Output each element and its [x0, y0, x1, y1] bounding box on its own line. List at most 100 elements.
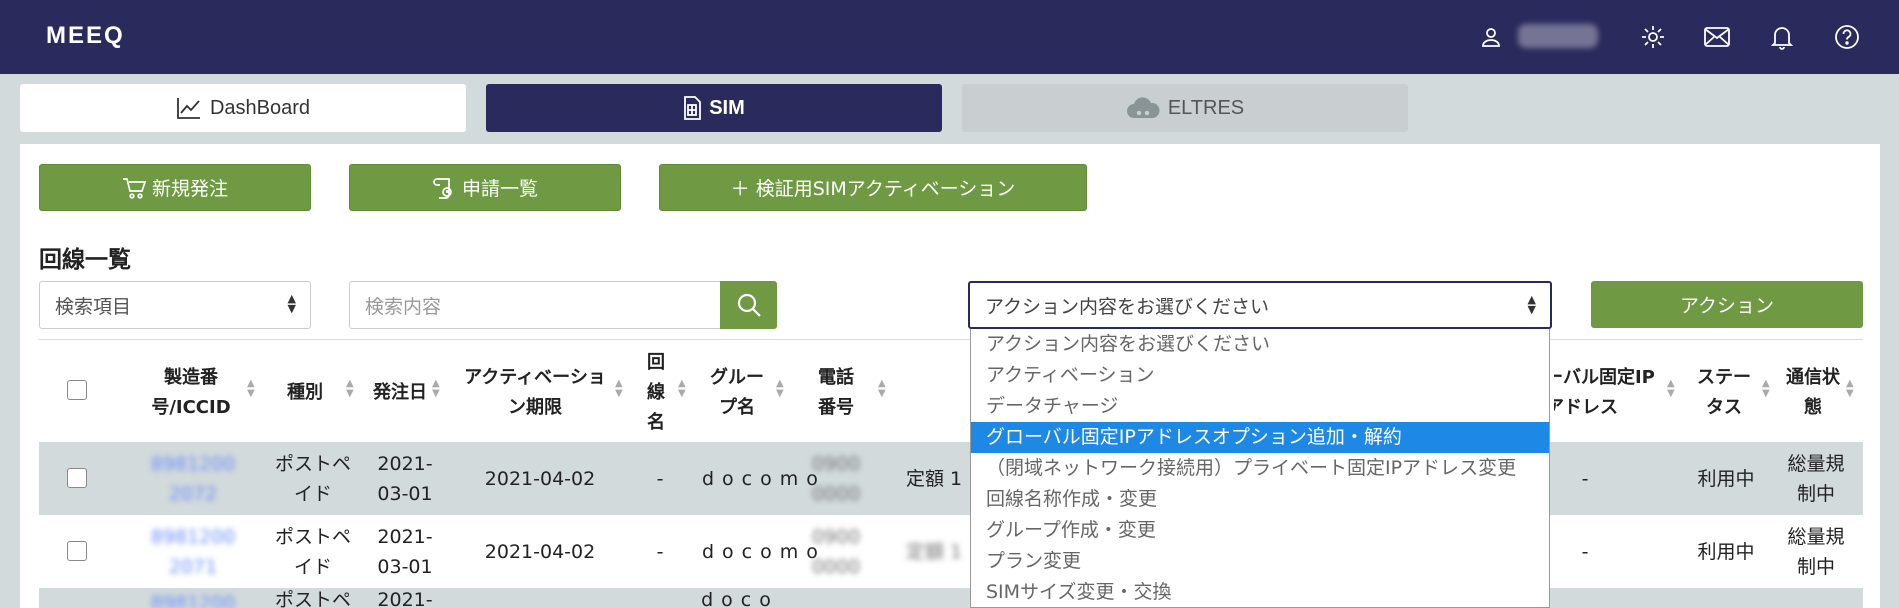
col-label: グローバル固定IPアドレス — [1554, 367, 1655, 418]
col-header-comm-state[interactable]: 通信状態 — [1780, 344, 1846, 442]
iccid-cell[interactable]: 8981200 2072 — [134, 442, 252, 515]
col-label: 通信状態 — [1786, 367, 1840, 418]
search-icon — [737, 293, 761, 317]
action-button[interactable]: アクション — [1591, 281, 1863, 328]
col-header-status[interactable]: ステータス — [1688, 344, 1760, 442]
new-order-button[interactable]: 新規発注 — [39, 164, 311, 211]
order-date-cell: 2021- — [377, 589, 433, 608]
action-select[interactable]: アクション内容をお選びください ▲ ▼ — [968, 281, 1552, 329]
sort-icon[interactable]: ▲ ▼ — [615, 379, 623, 399]
scroll-icon — [433, 177, 452, 199]
col-label: グループ名 — [710, 367, 764, 418]
type-cell: ポストペ — [274, 589, 351, 608]
sort-icon[interactable]: ▲ ▼ — [1846, 379, 1854, 399]
col-header-global-ip[interactable]: グローバル固定IPアドレス — [1554, 344, 1662, 442]
dropdown-option[interactable]: アクション内容をお選びください — [971, 329, 1549, 360]
comm-state-cell: 総量規制中 — [1782, 515, 1850, 588]
mail-icon[interactable] — [1700, 20, 1734, 54]
help-icon[interactable] — [1830, 20, 1864, 54]
select-caret-icon: ▲ ▼ — [1527, 293, 1536, 316]
search-field-select[interactable]: 検索項目 ▲ ▼ — [39, 281, 311, 329]
deadline-cell: 2021-04-02 — [484, 540, 596, 563]
tab-label: SIM — [709, 96, 745, 119]
row-checkbox[interactable] — [67, 468, 87, 488]
col-header-iccid[interactable]: 製造番号/ICCID — [124, 344, 258, 442]
col-label: アクティベーション期限 — [464, 367, 606, 418]
verify-sim-activation-button[interactable]: ＋ 検証用SIMアクティベーション — [659, 164, 1087, 211]
user-name[interactable] — [1518, 24, 1598, 48]
sort-icon[interactable]: ▲ ▼ — [776, 379, 784, 399]
action-dropdown-list[interactable]: アクション内容をお選びください アクティベーション データチャージ グローバル固… — [970, 329, 1550, 608]
cell-text: 総量規制中 — [1787, 452, 1845, 505]
applications-label: 申請一覧 — [461, 178, 538, 200]
search-field-value: 検索項目 — [55, 295, 132, 318]
sort-icon[interactable]: ▲ ▼ — [1667, 379, 1675, 399]
comm-state-cell: 総量規制中 — [1782, 442, 1850, 515]
dropdown-option-selected[interactable]: グローバル固定IPアドレスオプション追加・解約 — [971, 422, 1549, 453]
line-name-cell: - — [656, 467, 664, 490]
iccid-cell[interactable]: 8981200 2071 — [134, 515, 252, 588]
group-cell: docomo — [700, 442, 818, 515]
cell-text: docomo — [702, 540, 826, 563]
search-input[interactable]: 検索内容 — [349, 281, 721, 329]
type-cell: ポストペイド — [268, 442, 358, 515]
search-button[interactable] — [720, 281, 777, 329]
col-header-order-date[interactable]: 発注日 — [366, 344, 434, 442]
dropdown-option[interactable]: グループ作成・変更 — [971, 515, 1549, 546]
new-order-label: 新規発注 — [151, 178, 228, 200]
phone-cell: 0900 0000 — [796, 442, 876, 515]
col-label: ステータス — [1697, 367, 1751, 418]
gear-icon[interactable] — [1636, 20, 1670, 54]
dropdown-option[interactable]: プラン変更 — [971, 546, 1549, 577]
sort-icon[interactable]: ▲ ▼ — [1762, 379, 1770, 399]
group-cell: doco — [701, 589, 779, 608]
tab-eltres[interactable]: ELTRES — [962, 84, 1408, 132]
col-header-phone[interactable]: 電話番号 — [800, 344, 872, 442]
sort-icon[interactable]: ▲ ▼ — [247, 379, 255, 399]
cell-text: 総量規制中 — [1787, 525, 1845, 578]
select-all-checkbox[interactable] — [67, 380, 87, 400]
search-placeholder: 検索内容 — [365, 295, 442, 318]
sort-icon[interactable]: ▲ ▼ — [432, 379, 440, 399]
top-header: MEEQ — [0, 0, 1899, 74]
cart-icon — [122, 177, 146, 199]
line-name-cell: - — [656, 540, 664, 563]
col-label: 電話番号 — [818, 367, 854, 418]
cell-text: 2021-03-01 — [377, 452, 433, 505]
cell-text: 8981200 2071 — [150, 525, 236, 578]
tab-label: ELTRES — [1167, 96, 1245, 119]
dropdown-option[interactable]: SIMサイズ変更・交換 — [971, 577, 1549, 607]
row-checkbox[interactable] — [67, 541, 87, 561]
dropdown-option[interactable]: アクティベーション — [971, 360, 1549, 391]
order-date-cell: 2021-03-01 — [370, 442, 440, 515]
bell-icon[interactable] — [1765, 20, 1799, 54]
col-header-type[interactable]: 種別 — [270, 344, 340, 442]
user-icon[interactable] — [1474, 20, 1508, 54]
col-label: 発注日 — [373, 382, 427, 403]
action-select-value: アクション内容をお選びください — [985, 295, 1270, 318]
sort-icon[interactable]: ▲ ▼ — [678, 379, 686, 399]
cell-text: 0900 0000 — [811, 452, 861, 505]
col-label: 製造番号/ICCID — [151, 367, 231, 418]
global-ip-cell: - — [1581, 467, 1589, 490]
deadline-cell: 2021-04-02 — [484, 467, 596, 490]
status-cell: 利用中 — [1697, 540, 1755, 563]
sort-icon[interactable]: ▲ ▼ — [878, 379, 886, 399]
col-header-deadline[interactable]: アクティベーション期限 — [455, 344, 615, 442]
dropdown-option[interactable]: データチャージ — [971, 391, 1549, 422]
dropdown-option[interactable]: 回線名称作成・変更 — [971, 484, 1549, 515]
divider — [39, 339, 1863, 340]
sort-icon[interactable]: ▲ ▼ — [346, 379, 354, 399]
select-caret-icon: ▲ ▼ — [287, 292, 296, 315]
cell-text: ポストペイド — [274, 525, 351, 578]
tab-sim[interactable]: SIM — [486, 84, 942, 132]
col-header-group[interactable]: グループ名 — [700, 344, 774, 442]
dropdown-option[interactable]: （閉域ネットワーク接続用）プライベート固定IPアドレス変更 — [971, 453, 1549, 484]
applications-button[interactable]: 申請一覧 — [349, 164, 621, 211]
col-header-line-name[interactable]: 回線名 — [638, 344, 674, 442]
iccid-cell[interactable]: 8981200 — [134, 588, 252, 608]
plan-cell: 定額 1 — [906, 540, 963, 563]
cell-text: 8981200 2072 — [150, 452, 236, 505]
status-cell: 利用中 — [1697, 467, 1755, 490]
tab-dashboard[interactable]: DashBoard — [20, 84, 466, 132]
